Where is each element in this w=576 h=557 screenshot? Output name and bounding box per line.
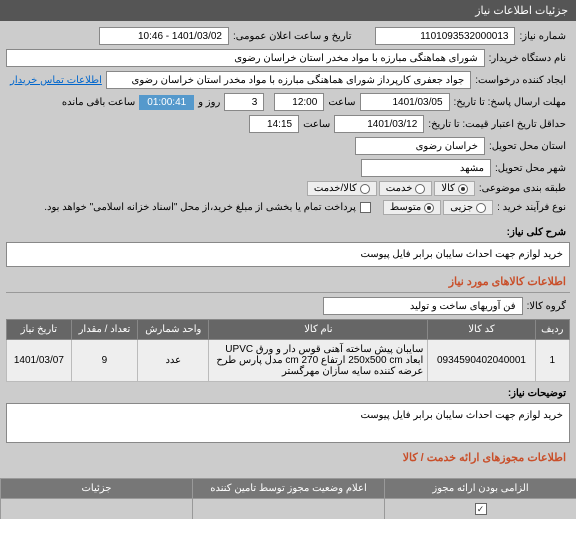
remain-label: ساعت باقی مانده [58,97,139,108]
table-row: 1 0934590402040001 سایبان پیش ساخته آهنی… [7,340,570,382]
cell-name: سایبان پیش ساخته آهنی قوس دار و ورق UPVC… [209,340,428,382]
deadline-time-label: ساعت [324,97,359,108]
cell-date: 1401/03/07 [7,340,72,382]
cell-qty: 9 [71,340,137,382]
footer-cell-empty [192,499,384,519]
th-name: نام کالا [209,320,428,340]
process-label: نوع فرآیند خرید : [493,202,570,213]
valid-label: حداقل تاریخ اعتبار قیمت: تا تاریخ: [424,119,570,130]
process-radio-group: جزیی متوسط [383,200,493,215]
days-label: روز و [194,97,224,108]
group-value: فن آوریهای ساخت و تولید [323,297,523,315]
th-unit: واحد شمارش [138,320,209,340]
radio-dot-icon [360,184,370,194]
class-radio-group: کالا خدمت کالا/خدمت [307,181,475,196]
public-date-value: 1401/03/02 - 10:46 [99,27,229,45]
group-label: گروه کالا: [523,301,570,312]
footer-bar: الزامی بودن ارائه مجوز اعلام وضعیت مجوز … [0,478,576,498]
class-opt-goods[interactable]: کالا [434,181,475,196]
city-value: مشهد [361,159,491,177]
remain-counter: 01:00:41 [139,95,194,110]
cell-unit: عدد [138,340,209,382]
desc-box: خرید لوازم جهت احداث سایبان برابر فایل پ… [6,242,570,267]
footer-cell-empty2 [0,499,192,519]
process-opt-label: متوسط [390,202,421,213]
extra-desc-label: توضیحات نیاز: [504,388,570,399]
need-no-value: 1101093532000013 [375,27,515,45]
class-opt-service[interactable]: خدمت [379,181,433,196]
cell-code: 0934590402040001 [428,340,535,382]
th-code: کد کالا [428,320,535,340]
footer-col3: جزئیات [0,479,192,498]
province-label: استان محل تحویل: [485,141,570,152]
public-date-label: تاریخ و ساعت اعلان عمومی: [229,31,356,42]
extra-desc-box: خرید لوازم جهت احداث سایبان برابر فایل پ… [6,403,570,443]
valid-time-label: ساعت [299,119,334,130]
section-header: جزئیات اطلاعات نیاز [0,0,576,21]
th-qty: تعداد / مقدار [71,320,137,340]
radio-dot-icon [415,184,425,194]
process-opt-minor[interactable]: جزیی [443,200,493,215]
th-idx: ردیف [535,320,569,340]
footer-col2: اعلام وضعیت مجوز توسط تامین کننده [192,479,384,498]
cell-idx: 1 [535,340,569,382]
process-note: پرداخت تمام یا بخشی از مبلغ خرید،از محل … [40,200,360,215]
days-value: 3 [224,93,264,111]
th-date: تاریخ نیاز [7,320,72,340]
footer-cell-check: ✓ [384,499,576,519]
header-title: جزئیات اطلاعات نیاز [475,5,568,17]
radio-dot-icon [458,184,468,194]
desc-label: شرح کلی نیاز: [503,227,570,238]
goods-header: اطلاعات کالاهای مورد نیاز [6,271,570,293]
deadline-date: 1401/03/05 [360,93,450,111]
valid-date: 1401/03/12 [334,115,424,133]
footer-row: ✓ [0,498,576,519]
goods-table: ردیف کد کالا نام کالا واحد شمارش تعداد /… [6,319,570,382]
requester-value: جواد جعفری کارپرداز شورای هماهنگی مبارزه… [106,71,471,89]
city-label: شهر محل تحویل: [491,163,570,174]
class-opt-both[interactable]: کالا/خدمت [307,181,377,196]
radio-dot-icon [424,203,434,213]
treasury-checkbox[interactable] [360,202,371,213]
buyer-value: شورای هماهنگی مبارزه با مواد مخدر استان … [6,49,485,67]
check-icon: ✓ [475,503,487,515]
deadline-time: 12:00 [274,93,324,111]
footer-col1: الزامی بودن ارائه مجوز [384,479,576,498]
class-opt-label: کالا/خدمت [314,183,357,194]
class-opt-label: خدمت [386,183,413,194]
class-opt-label: کالا [441,183,455,194]
radio-dot-icon [476,203,486,213]
valid-time: 14:15 [249,115,299,133]
need-no-label: شماره نیاز: [515,31,570,42]
form-area: شماره نیاز: 1101093532000013 تاریخ و ساع… [0,21,576,478]
buyer-label: نام دستگاه خریدار: [485,53,570,64]
process-opt-label: جزیی [450,202,473,213]
permits-header: اطلاعات مجوزهای ارائه خدمت / کالا [6,447,570,468]
class-label: طبقه بندی موضوعی: [475,183,570,194]
requester-label: ایجاد کننده درخواست: [471,75,570,86]
deadline-label: مهلت ارسال پاسخ: تا تاریخ: [450,97,570,108]
contact-link[interactable]: اطلاعات تماس خریدار [6,75,106,86]
process-opt-medium[interactable]: متوسط [383,200,441,215]
province-value: خراسان رضوی [355,137,485,155]
